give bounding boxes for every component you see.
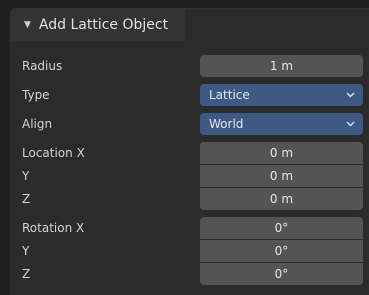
collapse-triangle-icon[interactable]: ▼ <box>24 20 31 30</box>
radius-field[interactable]: 1 m <box>200 55 363 77</box>
align-dropdown-value: World <box>209 117 244 131</box>
location-y-row: Y 0 m <box>10 165 369 187</box>
radius-label: Radius <box>22 59 63 73</box>
panel-header[interactable]: ▼ Add Lattice Object <box>10 8 185 41</box>
radius-row: Radius 1 m <box>10 55 369 77</box>
rotation-x-label: Rotation X <box>22 221 85 235</box>
align-dropdown[interactable]: World <box>200 113 363 135</box>
type-dropdown-value: Lattice <box>209 88 250 102</box>
rotation-z-row: Z 0° <box>10 263 369 285</box>
chevron-down-icon <box>346 113 355 135</box>
type-label: Type <box>22 88 50 102</box>
location-z-field[interactable]: 0 m <box>200 188 363 210</box>
location-z-row: Z 0 m <box>10 188 369 210</box>
rotation-x-row: Rotation X 0° <box>10 217 369 239</box>
location-y-field[interactable]: 0 m <box>200 165 363 187</box>
rotation-z-field[interactable]: 0° <box>200 263 363 285</box>
location-x-row: Location X 0 m <box>10 142 369 164</box>
rotation-y-row: Y 0° <box>10 240 369 262</box>
location-z-label: Z <box>22 192 31 206</box>
rotation-y-label: Y <box>22 244 30 258</box>
align-row: Align World <box>10 113 369 135</box>
location-x-field[interactable]: 0 m <box>200 142 363 164</box>
align-label: Align <box>22 117 53 131</box>
location-x-label: Location X <box>22 146 85 160</box>
location-y-label: Y <box>22 169 30 183</box>
rotation-y-field[interactable]: 0° <box>200 240 363 262</box>
operator-panel: ▼ Add Lattice Object Radius 1 m Type Lat… <box>10 8 369 295</box>
type-dropdown[interactable]: Lattice <box>200 84 363 106</box>
rotation-z-label: Z <box>22 267 31 281</box>
chevron-down-icon <box>346 84 355 106</box>
panel-title: Add Lattice Object <box>38 16 169 33</box>
type-row: Type Lattice <box>10 84 369 106</box>
rotation-x-field[interactable]: 0° <box>200 217 363 239</box>
